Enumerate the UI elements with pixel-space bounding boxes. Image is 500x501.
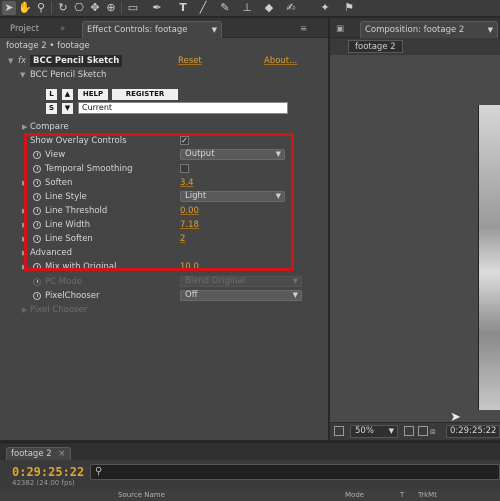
grid-toggle-icon[interactable]: [404, 426, 414, 436]
column-header-t[interactable]: T: [400, 489, 404, 501]
tab-menu-icon[interactable]: ▼: [212, 22, 217, 38]
param-row-compare[interactable]: ▶ Compare: [0, 120, 328, 134]
timeline-search-input[interactable]: ⚲: [90, 464, 500, 480]
type-tool-icon[interactable]: T: [176, 1, 190, 15]
rotate-tool-icon[interactable]: ↻: [56, 1, 70, 15]
expand-arrow-icon: ▶: [22, 306, 28, 314]
rectangle-tool-icon[interactable]: ▭: [126, 1, 140, 15]
toolbar-divider: [51, 2, 52, 14]
tools-toolbar: ➤ ✋ ⚲ ↻ ⎔ ✥ ⊕ ▭ ✒ T ╱ ✎ ⊥ ◆ ✍ ✦ ⚑: [0, 0, 500, 17]
clone-stamp-tool-icon[interactable]: ⊥: [240, 1, 254, 15]
effect-collapse-arrow-icon[interactable]: ▼: [8, 54, 13, 68]
tab-scroll-icon[interactable]: »: [60, 21, 65, 38]
param-label-pc-mode: PC Mode: [45, 277, 82, 287]
timeline-tab-bar: [0, 443, 500, 460]
pen-tool-icon[interactable]: ✒: [150, 1, 164, 15]
stopwatch-icon[interactable]: [33, 292, 41, 300]
roto-brush-tool-icon[interactable]: ✍: [284, 1, 298, 15]
column-header-trkmat[interactable]: TrkMt: [418, 489, 437, 501]
stopwatch-icon: [33, 278, 41, 286]
column-header-source-name[interactable]: Source Name: [118, 489, 165, 501]
timeline-current-time[interactable]: 0:29:25:22: [12, 465, 84, 479]
pan-behind-tool-icon-2[interactable]: ⊕: [104, 1, 118, 15]
viewer-controls-bar: 50% ▼ ⧈ 0:29:25:22: [330, 422, 500, 440]
preset-name-field[interactable]: Current: [78, 102, 288, 114]
param-row-pc-mode: PC Mode Blend Original ▼: [0, 275, 328, 289]
effect-name: BCC Pencil Sketch: [30, 55, 123, 67]
highlight-annotation-box: [24, 133, 294, 271]
column-header-mode[interactable]: Mode: [345, 489, 364, 501]
save-preset-button[interactable]: S: [46, 103, 57, 114]
composition-viewer[interactable]: [330, 55, 500, 425]
close-icon[interactable]: ×: [58, 449, 65, 459]
tab-effect-controls-label: Effect Controls: footage: [87, 25, 188, 35]
pc-mode-dropdown-value: Blend Original: [185, 276, 246, 286]
timeline-panel: footage 2 × 0:29:25:22 42382 (24.00 fps)…: [0, 442, 500, 501]
effect-subname: BCC Pencil Sketch: [30, 70, 107, 80]
tab-project[interactable]: Project: [10, 21, 39, 38]
param-label-pixel-chooser-group: Pixel Chooser: [30, 305, 88, 315]
puppet-tool-icon-2[interactable]: ⚑: [342, 1, 356, 15]
mouse-cursor-icon: ➤: [450, 410, 461, 425]
brush-tool-icon[interactable]: ╱: [196, 1, 210, 15]
timeline-column-headers: Source Name Mode T TrkMt: [0, 489, 500, 501]
layer-breadcrumb: footage 2 • footage: [6, 41, 90, 51]
preset-up-button[interactable]: ▲: [62, 89, 73, 100]
panel-menu-icon[interactable]: ≡: [300, 21, 307, 38]
footage-frame: [478, 105, 500, 410]
hand-tool-icon[interactable]: ✋: [18, 1, 32, 15]
param-row-pixel-chooser: PixelChooser Off ▼: [0, 289, 328, 303]
toolbar-divider: [121, 2, 122, 14]
chevron-down-icon: ▼: [292, 291, 298, 299]
tab-menu-icon[interactable]: ▼: [488, 22, 493, 38]
pan-behind-tool-icon[interactable]: ✥: [88, 1, 102, 15]
tab-effect-controls[interactable]: Effect Controls: footage ▼: [82, 21, 222, 38]
about-link[interactable]: About...: [264, 54, 297, 68]
magnification-toggle-icon[interactable]: [334, 426, 344, 436]
zoom-dropdown[interactable]: 50% ▼: [350, 425, 398, 438]
effect-controls-panel: Project » Effect Controls: footage ▼ ≡ f…: [0, 18, 328, 440]
snapshot-icon[interactable]: ⧈: [430, 427, 436, 437]
load-preset-button[interactable]: L: [46, 89, 57, 100]
subname-arrow-icon[interactable]: ▼: [20, 68, 25, 82]
lock-icon[interactable]: ▣: [336, 21, 344, 38]
eraser-tool-icon[interactable]: ◆: [262, 1, 276, 15]
timeline-tab-label: footage 2: [11, 449, 52, 459]
tab-composition-label: Composition: footage 2: [365, 25, 465, 35]
pixel-chooser-dropdown[interactable]: Off ▼: [180, 290, 302, 301]
reset-link[interactable]: Reset: [178, 54, 202, 68]
effect-header-row: ▼ fx BCC Pencil Sketch Reset About...: [0, 54, 328, 68]
zoom-tool-icon[interactable]: ⚲: [34, 1, 48, 15]
puppet-tool-icon[interactable]: ✦: [318, 1, 332, 15]
search-icon: ⚲: [95, 466, 103, 477]
tab-composition[interactable]: Composition: footage 2 ▼: [360, 21, 498, 38]
param-label-compare: Compare: [30, 122, 69, 132]
effect-subname-row: ▼ BCC Pencil Sketch: [0, 68, 328, 82]
comp-flowchart-tab[interactable]: footage 2: [348, 40, 403, 53]
pixel-chooser-dropdown-value: Off: [185, 290, 198, 300]
chevron-down-icon: ▼: [388, 427, 394, 435]
fx-toggle-icon[interactable]: fx: [18, 54, 26, 68]
mask-visibility-icon[interactable]: [418, 426, 428, 436]
param-label-pixel-chooser: PixelChooser: [45, 291, 100, 301]
preset-down-button[interactable]: ▼: [62, 103, 73, 114]
chevron-down-icon: ▼: [292, 277, 298, 285]
panel-tab-bar: Project » Effect Controls: footage ▼ ≡: [0, 18, 328, 38]
help-button[interactable]: HELP: [78, 89, 108, 100]
panel-tab-bar: ▣ Composition: footage 2 ▼: [330, 18, 500, 38]
param-row-pixel-chooser-group: ▶ Pixel Chooser: [0, 303, 328, 317]
camera-tool-icon[interactable]: ⎔: [72, 1, 86, 15]
tab-timeline-footage-2[interactable]: footage 2 ×: [6, 447, 71, 460]
viewer-timecode[interactable]: 0:29:25:22: [446, 425, 500, 438]
composition-panel: ▣ Composition: footage 2 ▼ footage 2 50%…: [330, 18, 500, 440]
brush-tool-icon-2[interactable]: ✎: [218, 1, 232, 15]
pc-mode-dropdown: Blend Original ▼: [180, 276, 302, 287]
expand-arrow-icon[interactable]: ▶: [22, 120, 27, 134]
timeline-frame-count: 42382 (24.00 fps): [12, 479, 75, 487]
selection-tool-icon[interactable]: ➤: [2, 1, 16, 15]
register-button[interactable]: REGISTER: [112, 89, 178, 100]
zoom-value: 50%: [355, 426, 374, 436]
